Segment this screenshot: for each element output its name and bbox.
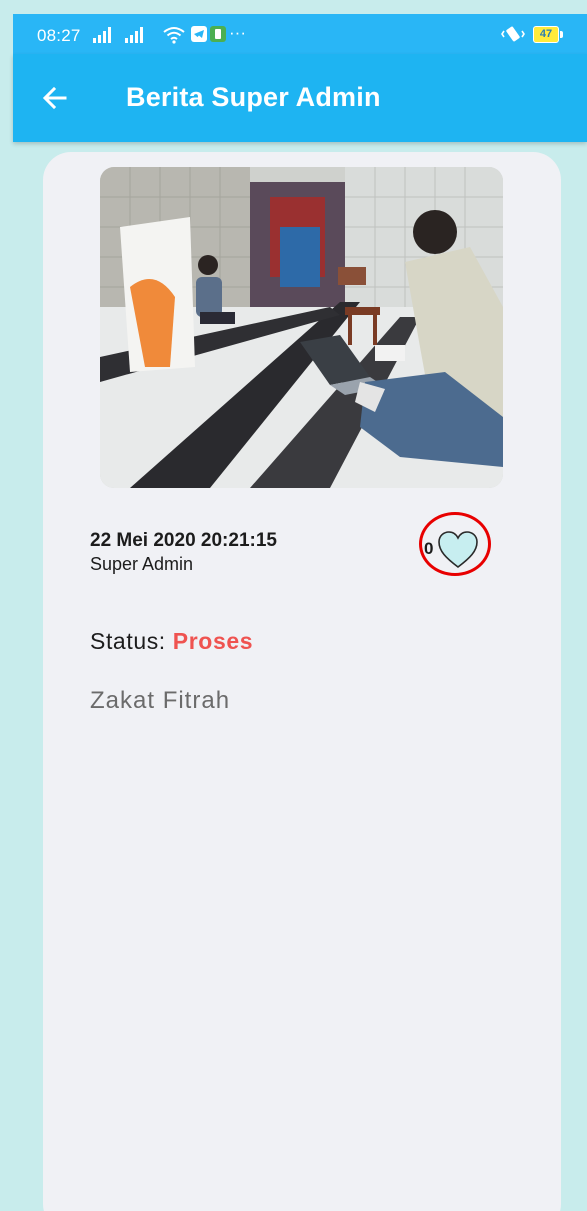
post-date: 22 Mei 2020 20:21:15 (90, 530, 277, 551)
status-bar: 08:27 ··· 47 (13, 14, 587, 54)
battery-icon: 47 (533, 26, 563, 43)
back-button[interactable] (37, 80, 73, 116)
status-line: Status: Proses (90, 628, 253, 655)
highlight-circle (419, 512, 491, 576)
telegram-icon (191, 26, 207, 42)
signal-icon-2 (125, 25, 143, 43)
status-label: Status: (90, 628, 173, 654)
news-card: 22 Mei 2020 20:21:15 Super Admin 0 Statu… (43, 152, 561, 1211)
more-notifications-icon: ··· (229, 23, 246, 42)
app-bar: Berita Super Admin (13, 54, 587, 142)
page-title: Berita Super Admin (126, 82, 381, 112)
post-author: Super Admin (90, 554, 194, 574)
signal-icon (93, 25, 111, 43)
app-notification-icon (210, 26, 226, 42)
status-value: Proses (172, 628, 254, 654)
news-image (100, 167, 503, 488)
app-screen: 08:27 ··· 47 Berita Super Admin 22 Mei 2… (0, 0, 587, 1211)
status-time: 08:27 (37, 26, 81, 45)
post-category: Zakat Fitrah (90, 687, 231, 714)
wifi-icon (163, 27, 185, 44)
vibrate-icon (501, 26, 525, 42)
news-photo[interactable] (100, 167, 503, 488)
arrow-left-icon (42, 86, 67, 110)
